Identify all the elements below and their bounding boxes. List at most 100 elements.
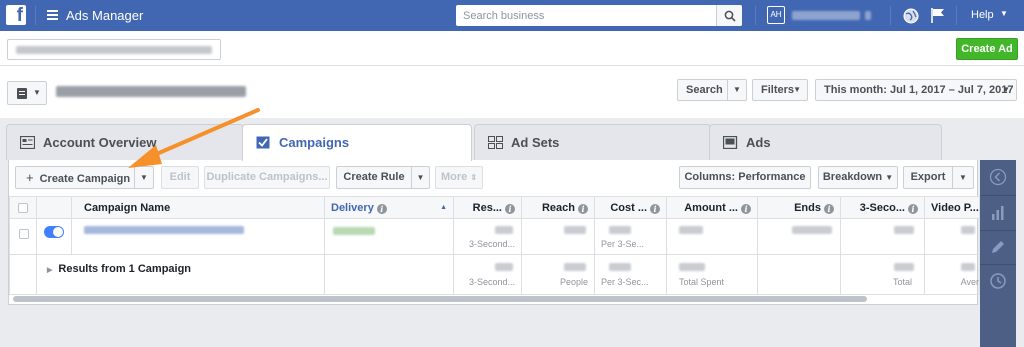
- duplicate-campaigns-button[interactable]: Duplicate Campaigns...: [204, 166, 330, 189]
- select-all-checkbox[interactable]: [17, 202, 28, 213]
- bar-chart-icon[interactable]: [989, 204, 1007, 222]
- page-title-redacted: [56, 86, 246, 97]
- clock-icon[interactable]: [989, 272, 1007, 290]
- search-button-header[interactable]: Search: [677, 79, 728, 101]
- tab-ad-sets[interactable]: Ad Sets: [474, 124, 711, 160]
- table-row[interactable]: 3-Second... Per 3-Se...: [9, 218, 980, 255]
- campaign-on-off-toggle[interactable]: [44, 226, 64, 238]
- summary-label[interactable]: ▶ Results from 1 Campaign: [47, 263, 191, 275]
- info-icon[interactable]: i: [741, 203, 751, 214]
- search-icon: [724, 10, 736, 22]
- hamburger-menu-icon[interactable]: [47, 10, 58, 20]
- summary-results-cell: 3-Second...: [453, 254, 522, 295]
- flag-icon[interactable]: [930, 7, 946, 24]
- row-checkbox[interactable]: [19, 229, 29, 239]
- account-avatar[interactable]: AH: [767, 6, 785, 24]
- create-campaign-button[interactable]: + Create Campaign: [15, 166, 135, 189]
- document-icon: [17, 88, 27, 99]
- select-all-header[interactable]: [9, 196, 37, 219]
- results-subtext: 3-Second...: [468, 239, 515, 249]
- column-header-delivery[interactable]: Delivery i ▲: [324, 196, 454, 219]
- info-icon[interactable]: i: [824, 203, 834, 214]
- row-select-cell[interactable]: [9, 218, 37, 255]
- summary-amount-subtext: Total Spent: [679, 277, 725, 287]
- column-header-video-percentage[interactable]: Video P...: [924, 196, 980, 219]
- help-caret-icon[interactable]: ▼: [1000, 9, 1008, 18]
- chevron-down-icon: ▼: [33, 88, 41, 97]
- summary-three-second-subtext: Total: [892, 277, 912, 287]
- sort-ascending-icon[interactable]: ▲: [440, 204, 447, 211]
- summary-row: ▶ Results from 1 Campaign 3-Second... Peo…: [9, 254, 980, 295]
- campaign-name-link-redacted[interactable]: [84, 226, 244, 234]
- info-icon[interactable]: i: [908, 203, 918, 214]
- reach-cell: [521, 218, 595, 255]
- columns-button[interactable]: Columns: Performance ▼: [679, 166, 811, 203]
- column-header-reach[interactable]: Reach i: [521, 196, 595, 219]
- row-toggle-cell[interactable]: [36, 218, 72, 255]
- chevron-down-icon: ▼: [140, 173, 148, 182]
- summary-label-cell[interactable]: ▶ Results from 1 Campaign: [36, 254, 325, 295]
- table-header-row: Campaign Name Delivery i ▲ Res... i Reach i …: [9, 196, 980, 219]
- tab-label: Campaigns: [279, 135, 350, 150]
- export-button[interactable]: Export: [903, 166, 953, 189]
- info-icon[interactable]: i: [505, 203, 515, 214]
- filters-button[interactable]: Filters ▼: [752, 79, 808, 101]
- account-name-redacted[interactable]: [792, 11, 860, 20]
- delivery-status-redacted: [333, 227, 375, 235]
- summary-reach-cell: People: [521, 254, 595, 295]
- tab-campaigns[interactable]: Campaigns: [242, 124, 472, 161]
- app-title[interactable]: Ads Manager: [66, 8, 143, 23]
- ad-account-name-redacted: [16, 46, 212, 54]
- facebook-logo[interactable]: f: [6, 5, 26, 26]
- horizontal-scrollbar[interactable]: [13, 296, 867, 302]
- summary-cost-subtext: Per 3-Sec...: [601, 277, 649, 287]
- column-header-ends[interactable]: Ends i: [757, 196, 841, 219]
- help-menu[interactable]: Help: [971, 9, 994, 21]
- more-button[interactable]: More ⇕: [435, 166, 483, 189]
- chevron-right-icon: ▶: [47, 267, 53, 274]
- cost-subtext: Per 3-Se...: [601, 239, 645, 249]
- export-dropdown[interactable]: ▼: [952, 166, 974, 189]
- summary-reach-subtext: People: [559, 277, 588, 287]
- summary-video-subtext: Aver: [960, 277, 979, 287]
- chevron-down-icon: ▼: [959, 173, 967, 182]
- date-range-picker[interactable]: This month: Jul 1, 2017 – Jul 7, 2017 ▼: [815, 79, 1017, 101]
- info-icon[interactable]: i: [376, 203, 387, 214]
- ad-account-selector[interactable]: [7, 39, 221, 60]
- campaign-name-cell[interactable]: [71, 218, 325, 255]
- info-icon[interactable]: i: [578, 203, 588, 214]
- view-selector-button[interactable]: ▼: [7, 81, 47, 105]
- delivery-cell: [324, 218, 454, 255]
- tab-label: Ad Sets: [511, 135, 560, 150]
- create-rule-dropdown[interactable]: ▼: [411, 166, 430, 189]
- chevron-down-icon: ▼: [1002, 85, 1010, 94]
- summary-cost-cell: Per 3-Sec...: [594, 254, 667, 295]
- breakdown-button[interactable]: Breakdown ▼: [818, 166, 898, 189]
- create-campaign-dropdown[interactable]: ▼: [134, 166, 154, 189]
- tab-account-overview[interactable]: Account Overview: [6, 124, 244, 160]
- create-ad-button[interactable]: Create Ad: [956, 38, 1018, 60]
- grid-icon: [488, 136, 503, 149]
- column-header-cost[interactable]: Cost ... i: [594, 196, 667, 219]
- column-header-campaign-name[interactable]: Campaign Name: [71, 196, 325, 219]
- cost-cell: Per 3-Se...: [594, 218, 667, 255]
- pencil-icon[interactable]: [989, 238, 1007, 256]
- collapse-arrow-icon[interactable]: [989, 168, 1007, 186]
- globe-icon[interactable]: [903, 8, 919, 24]
- toggle-header: [36, 196, 72, 219]
- column-header-amount-spent[interactable]: Amount ... i: [666, 196, 758, 219]
- tab-label: Account Overview: [43, 135, 157, 150]
- column-header-3-second-views[interactable]: 3-Seco... i: [840, 196, 925, 219]
- search-button[interactable]: [716, 5, 742, 26]
- column-header-results[interactable]: Res... i: [453, 196, 522, 219]
- account-caret[interactable]: [865, 11, 871, 20]
- edit-button[interactable]: Edit: [161, 166, 199, 189]
- create-rule-button[interactable]: Create Rule: [336, 166, 412, 189]
- checkbox-icon: [256, 136, 270, 149]
- search-dropdown-button[interactable]: ▼: [727, 79, 747, 101]
- summary-amount-cell: Total Spent: [666, 254, 758, 295]
- info-icon[interactable]: i: [650, 203, 660, 214]
- business-search-input[interactable]: [456, 5, 716, 26]
- tab-ads[interactable]: Ads: [709, 124, 942, 160]
- tab-label: Ads: [746, 135, 771, 150]
